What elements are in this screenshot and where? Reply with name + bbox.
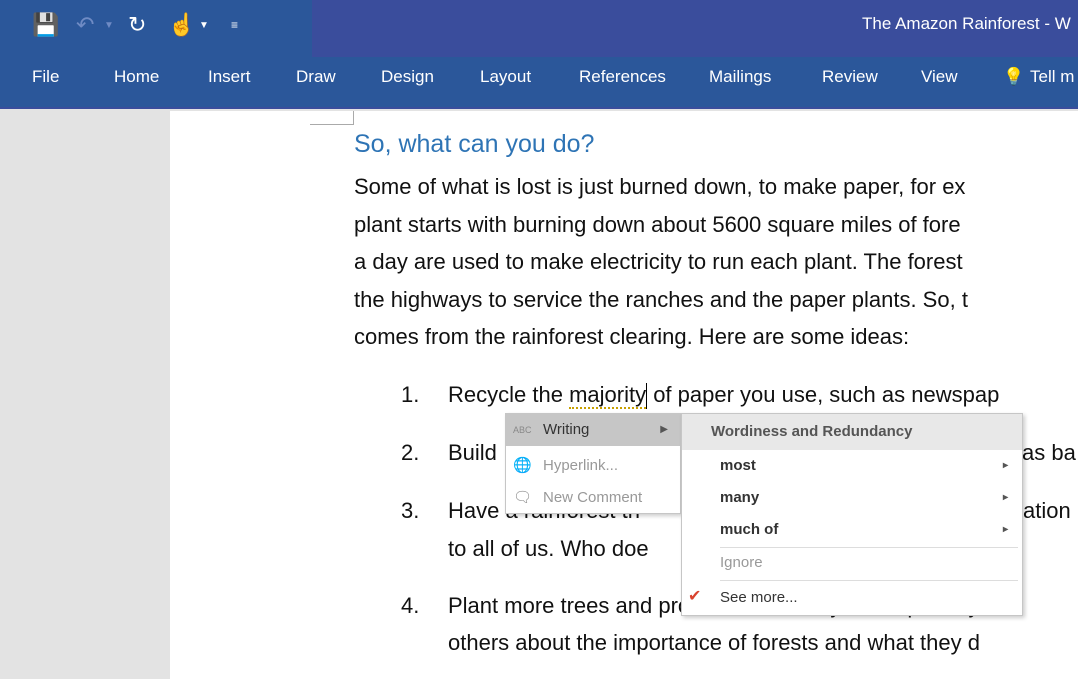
grammar-flagged-word[interactable]: majority (569, 382, 647, 409)
see-more-button[interactable]: See more... (720, 582, 1022, 614)
list-text: of paper you use, such as newspap (647, 382, 1000, 407)
document-title: The Amazon Rainforest - W (862, 14, 1071, 33)
undo-dropdown-icon[interactable]: ▼ (104, 20, 114, 31)
paragraph-line: the highways to service the ranches and … (354, 287, 968, 312)
margin-marker (310, 111, 354, 125)
list-text: Recycle the (448, 382, 570, 407)
tab-draw[interactable]: Draw (296, 67, 336, 87)
suggestion-many[interactable]: many ▸ (720, 482, 1022, 514)
tab-layout[interactable]: Layout (480, 67, 531, 87)
ribbon-tabs: File Home Insert Draw Design Layout Refe… (0, 57, 1078, 109)
list-item: others about the importance of forests a… (448, 630, 980, 655)
tell-me-search[interactable]: Tell m (1030, 67, 1074, 87)
see-more-icon: ✔ (688, 588, 702, 605)
tab-home[interactable]: Home (114, 67, 159, 87)
tab-mailings[interactable]: Mailings (709, 67, 771, 87)
customize-icon[interactable]: ≡ (231, 18, 238, 32)
touch-dropdown-icon[interactable]: ▼ (199, 20, 209, 31)
chevron-right-icon: ▸ (1002, 492, 1008, 503)
tab-file[interactable]: File (32, 67, 59, 87)
list-number: 3. (401, 498, 420, 523)
list-number: 1. (401, 382, 420, 407)
chevron-right-icon: ▶ (660, 424, 668, 435)
paragraph-line: plant starts with burning down about 560… (354, 212, 961, 237)
heading: So, what can you do? (354, 130, 595, 158)
list-number: 2. (401, 440, 420, 465)
tab-insert[interactable]: Insert (208, 67, 251, 87)
suggestion-label: much of (720, 521, 779, 538)
chevron-right-icon: ▸ (1002, 524, 1008, 535)
lightbulb-icon: 💡 (1003, 67, 1025, 86)
writing-submenu: Wordiness and Redundancy most ▸ many ▸ muc… (681, 413, 1023, 616)
undo-icon[interactable]: ↶ (76, 12, 94, 38)
divider (720, 580, 1018, 581)
menu-item-hyperlink[interactable]: 🌐 Hyperlink... (506, 450, 680, 482)
suggestion-label: many (720, 489, 760, 506)
save-icon[interactable]: 💾 (32, 12, 59, 38)
list-number: 4. (401, 593, 420, 618)
suggestion-most[interactable]: most ▸ (720, 450, 1022, 482)
list-item: Build (448, 440, 497, 465)
paragraph-line: a day are used to make electricity to ru… (354, 249, 963, 274)
submenu-header: Wordiness and Redundancy (682, 414, 1022, 450)
repeat-icon[interactable]: ↻ (128, 12, 146, 38)
menu-label: Hyperlink... (543, 457, 619, 474)
list-item: ation (1023, 498, 1071, 523)
menu-item-writing[interactable]: ABC Writing ▶ (506, 414, 680, 446)
new-comment-icon: 🗨 (513, 489, 533, 506)
paragraph-line: Some of what is lost is just burned down… (354, 174, 966, 199)
tab-view[interactable]: View (921, 67, 958, 87)
chevron-right-icon: ▸ (1002, 460, 1008, 471)
suggestion-much-of[interactable]: much of ▸ (720, 514, 1022, 546)
hyperlink-icon: 🌐 (513, 457, 532, 474)
tab-design[interactable]: Design (381, 67, 434, 87)
touch-mode-icon[interactable]: ☝ (168, 12, 195, 38)
suggestion-label: most (720, 457, 756, 474)
title-bar: 💾 ↶ ▼ ↻ ☝ ▼ ≡ The Amazon Rainforest - W (0, 0, 1078, 57)
tab-references[interactable]: References (579, 67, 666, 87)
spelling-abc-icon: ABC (513, 425, 532, 435)
menu-item-new-comment[interactable]: 🗨 New Comment (506, 482, 680, 514)
context-menu: ABC Writing ▶ 🌐 Hyperlink... 🗨 New Comme… (505, 413, 681, 514)
list-item: Recycle the majority of paper you use, s… (448, 382, 1000, 410)
tab-review[interactable]: Review (822, 67, 878, 87)
menu-label: New Comment (543, 489, 643, 506)
list-item: to all of us. Who doe (448, 536, 649, 561)
menu-label: Writing (543, 421, 590, 438)
list-item: as ba (1022, 440, 1076, 465)
paragraph-line: comes from the rainforest clearing. Here… (354, 324, 910, 349)
ignore-button[interactable]: Ignore (720, 547, 1022, 579)
